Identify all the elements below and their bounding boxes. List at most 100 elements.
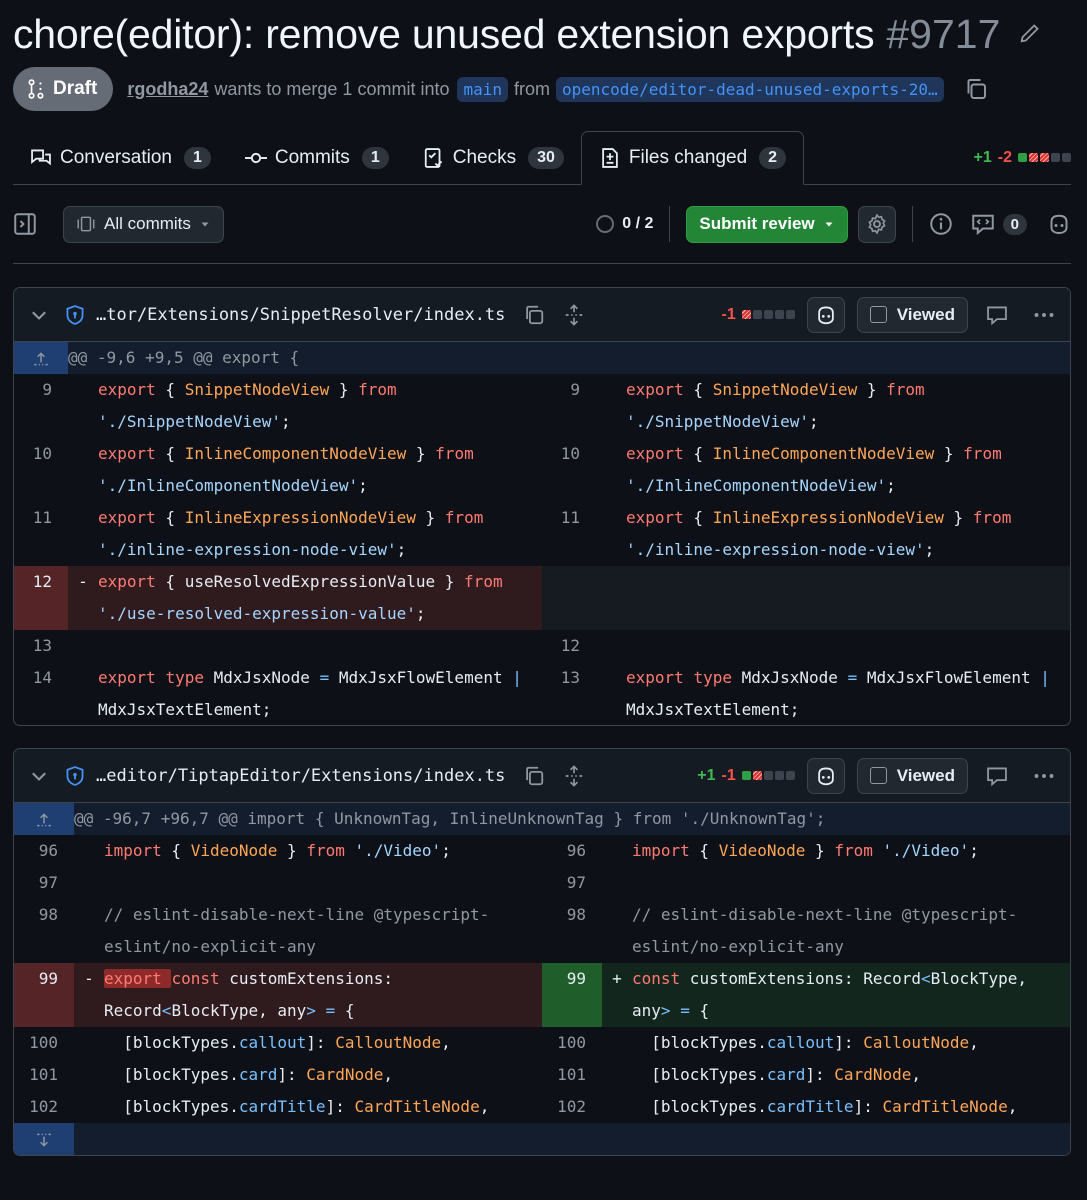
commits-icon [77,216,95,232]
line-number[interactable]: 98 [14,899,74,963]
line-number[interactable]: 101 [14,1059,74,1091]
diffstat-block [785,310,795,319]
all-commits-dropdown[interactable]: All commits [63,205,224,243]
line-number[interactable]: 102 [14,1091,74,1123]
line-number[interactable]: 9 [14,374,68,438]
diff-settings-button[interactable] [857,205,896,243]
triangle-down-icon [825,222,833,227]
line-number[interactable]: 102 [542,1091,602,1123]
tab-label: Commits [274,146,350,168]
pr-tabs: Conversation 1 Commits 1 Checks 30 Files… [13,131,1071,185]
copilot-review-button[interactable] [806,296,845,333]
git-commit-icon [244,152,267,163]
diffstat-block [1029,153,1038,162]
copilot-review-button[interactable] [806,757,845,794]
split-diff-table: @@ -96,7 +96,7 @@ import { UnknownTag, I… [14,803,1070,1155]
file-path[interactable]: …tor/Extensions/SnippetResolver/index.ts [96,305,505,325]
file-path[interactable]: …editor/TiptapEditor/Extensions/index.ts [96,766,505,786]
line-number[interactable]: 11 [14,502,68,566]
tab-files-changed[interactable]: Files changed 2 [580,131,805,185]
line-number[interactable]: 99 [14,963,74,1027]
code-line: [blockTypes.card]: CardNode, [104,1065,393,1084]
expand-all-icon[interactable] [563,764,585,787]
diffstat-block [1051,153,1060,162]
expand-up-icon[interactable] [14,342,68,374]
line-number[interactable]: 13 [542,662,596,725]
line-number[interactable]: 98 [542,899,602,963]
chevron-down-icon[interactable] [28,304,50,326]
viewed-toggle[interactable]: Viewed [856,757,968,794]
shield-icon [66,304,84,325]
viewed-toggle[interactable]: Viewed [856,296,968,333]
code-line: export { InlineExpressionNodeView } from… [98,508,484,559]
line-number[interactable]: 10 [14,438,68,502]
diffstat-blocks [1018,153,1071,162]
copy-icon[interactable] [523,304,545,326]
tab-commits[interactable]: Commits 1 [228,131,406,184]
line-number[interactable]: 14 [14,662,68,725]
diffstat-block [752,771,762,780]
viewed-checkbox[interactable] [869,767,887,784]
copy-icon[interactable] [523,765,545,787]
diff-row: 97 97 [14,867,1070,899]
line-number[interactable]: 97 [542,867,602,899]
copy-icon[interactable] [964,77,988,101]
line-number[interactable]: 12 [542,630,596,662]
line-number[interactable]: 11 [542,502,596,566]
line-number[interactable]: 96 [14,835,74,867]
expand-down-icon[interactable] [14,1123,74,1155]
copilot-icon [817,306,834,324]
copilot-icon[interactable] [1047,212,1071,236]
comments-indicator[interactable]: 0 [971,212,1027,236]
file-diffstat-blocks [741,310,795,319]
deletions-count: -2 [997,148,1012,166]
kebab-horizontal-icon[interactable] [1032,303,1056,327]
copilot-icon [817,767,834,785]
line-number[interactable]: 101 [542,1059,602,1091]
line-number[interactable]: 100 [14,1027,74,1059]
line-number[interactable]: 97 [14,867,74,899]
empty-side [542,566,1070,630]
code-line: import { VideoNode } from './Video'; [632,841,979,860]
info-icon[interactable] [929,212,953,236]
code-line [98,630,542,662]
line-number[interactable]: 99 [542,963,602,1027]
diff-row: 11 export { InlineExpressionNodeView } f… [14,502,1070,566]
code-line: [blockTypes.callout]: CalloutNode, [104,1033,451,1052]
comment-icon[interactable] [986,304,1008,326]
submit-review-button[interactable]: Submit review [686,205,848,243]
code-line: // eslint-disable-next-line @typescript-… [104,905,490,956]
author-link[interactable]: rgodha24 [127,79,208,100]
kebab-horizontal-icon[interactable] [1032,764,1056,788]
divider [911,206,913,242]
code-line: [blockTypes.card]: CardNode, [632,1065,921,1084]
tab-conversation[interactable]: Conversation 1 [13,131,228,184]
diffstat-block [752,310,762,319]
expand-all-icon[interactable] [563,303,585,326]
base-branch[interactable]: main [457,76,508,102]
hunk-text: @@ -96,7 +96,7 @@ import { UnknownTag, I… [74,809,826,828]
line-number[interactable]: 100 [542,1027,602,1059]
hunk-header: @@ -96,7 +96,7 @@ import { UnknownTag, I… [74,803,1070,835]
expand-up-icon[interactable] [14,803,74,835]
file-diff-snippet-resolver: …tor/Extensions/SnippetResolver/index.ts… [13,287,1071,726]
code-line [626,630,1070,662]
line-number[interactable]: 96 [542,835,602,867]
code-line: const customExtensions: Record<BlockType… [632,963,1070,1027]
sidebar-expand-icon[interactable] [13,212,37,236]
expand-area[interactable] [74,1123,1070,1155]
pencil-icon[interactable] [1018,23,1040,45]
line-number[interactable]: 10 [542,438,596,502]
draft-label: Draft [53,78,98,99]
viewed-checkbox[interactable] [869,306,887,323]
chevron-down-icon[interactable] [28,765,50,787]
diffstat-block [741,771,751,780]
tab-checks[interactable]: Checks 30 [406,131,581,184]
comment-icon[interactable] [986,765,1008,787]
line-number[interactable]: 12 [14,566,68,630]
tab-label: Checks [452,146,517,168]
line-number[interactable]: 13 [14,630,68,662]
head-branch[interactable]: opencode/editor-dead-unused-exports-20… [556,76,944,102]
viewed-progress: 0 / 2 [596,215,653,233]
line-number[interactable]: 9 [542,374,596,438]
